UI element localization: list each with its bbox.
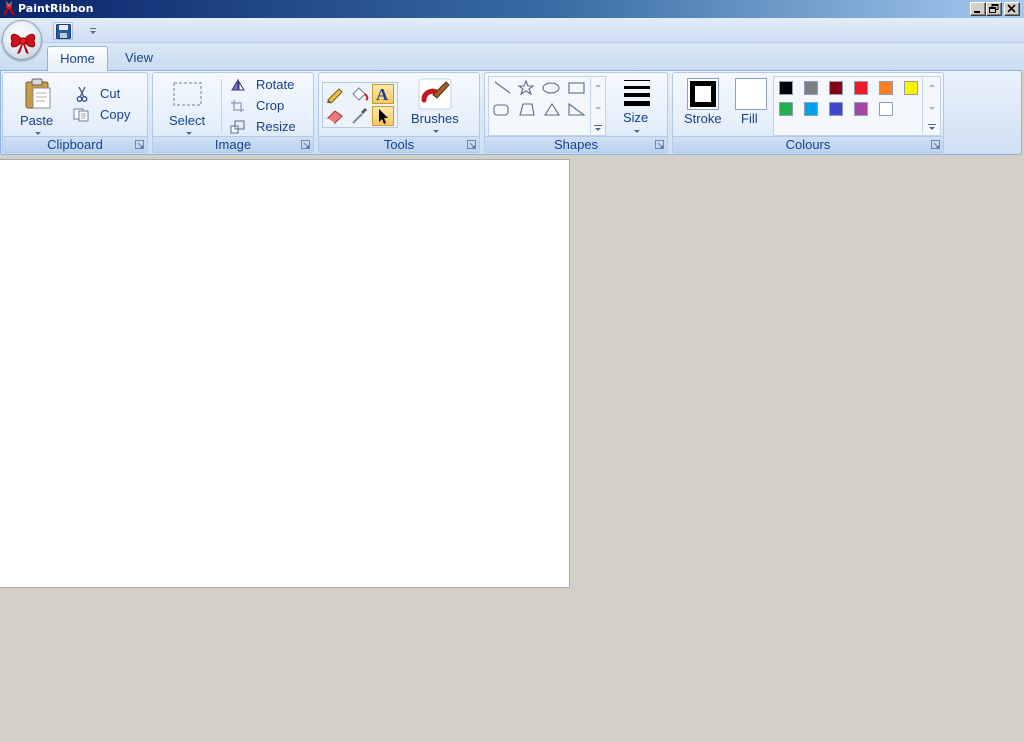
size-button[interactable]: Size: [617, 76, 657, 136]
title-bar: PaintRibbon: [0, 0, 1024, 18]
stroke-color-sample: [690, 81, 716, 107]
palette-swatch[interactable]: [779, 81, 793, 95]
brushes-label: Brushes: [411, 111, 459, 126]
fill-color-sample: [735, 78, 767, 110]
cursor-arrow-icon: [379, 109, 388, 124]
brush-icon: [418, 78, 452, 110]
quick-save-button[interactable]: [53, 22, 73, 40]
stroke-swatch: [687, 78, 719, 110]
text-icon: A: [376, 85, 389, 104]
palette-swatch[interactable]: [829, 81, 843, 95]
copy-label: Copy: [100, 107, 131, 122]
rotate-label: Rotate: [256, 77, 295, 92]
select-label: Select: [169, 113, 206, 128]
shapes-scrollbar[interactable]: [590, 78, 604, 134]
resize-icon: [230, 120, 245, 134]
crop-icon: [231, 100, 244, 112]
minimize-button[interactable]: [970, 2, 986, 16]
fill-tool[interactable]: [348, 84, 370, 104]
drawing-canvas[interactable]: [0, 159, 570, 588]
palette-swatch[interactable]: [854, 102, 868, 116]
svg-text:A: A: [376, 85, 389, 103]
scissors-icon: [76, 86, 88, 102]
paint-app-icon: [2, 1, 16, 17]
pointer-tool[interactable]: [372, 106, 394, 126]
copy-button[interactable]: Copy: [73, 106, 135, 124]
separator: [221, 79, 222, 133]
eraser-tool[interactable]: [324, 106, 346, 126]
size-label: Size: [623, 110, 649, 125]
pencil-icon: [327, 88, 343, 104]
colours-group-label: Colours: [673, 136, 943, 152]
window-title: PaintRibbon: [18, 2, 94, 15]
dialog-launcher-icon[interactable]: [301, 140, 311, 150]
cut-button[interactable]: Cut: [73, 85, 135, 103]
palette-swatch[interactable]: [829, 102, 843, 116]
palette-swatch[interactable]: [904, 81, 918, 95]
eyedropper-icon: [352, 108, 367, 124]
eraser-icon: [326, 110, 343, 125]
stroke-label: Stroke: [684, 111, 722, 126]
resize-label: Resize: [256, 119, 296, 134]
scroll-arrows-icon: [928, 84, 936, 130]
rotate-button[interactable]: Rotate: [228, 76, 308, 94]
palette-swatch[interactable]: [779, 102, 793, 116]
tools-group: A Brushes Tools: [318, 72, 480, 153]
select-button[interactable]: Select: [166, 78, 210, 136]
dialog-launcher-icon[interactable]: [467, 140, 477, 150]
close-button[interactable]: [1004, 2, 1020, 16]
tab-home[interactable]: Home: [47, 46, 108, 71]
chevron-down-icon: [634, 130, 640, 133]
quick-access-toolbar: [0, 18, 1024, 43]
brushes-button[interactable]: Brushes: [405, 76, 467, 138]
dialog-launcher-icon[interactable]: [135, 140, 145, 150]
copy-icon: [73, 108, 89, 122]
fill-color-button[interactable]: Fill: [733, 76, 769, 136]
crop-button[interactable]: Crop: [228, 97, 308, 115]
clipboard-group: Paste Cut Copy Clipboard: [2, 72, 148, 153]
restore-button[interactable]: [986, 2, 1002, 16]
colours-group: Stroke Fill Colours: [672, 72, 944, 153]
bow-icon: [10, 33, 36, 54]
image-group-label: Image: [153, 136, 313, 152]
palette-swatch[interactable]: [804, 81, 818, 95]
save-icon: [56, 24, 71, 39]
resize-button[interactable]: Resize: [228, 118, 308, 136]
cut-label: Cut: [100, 86, 121, 101]
line-thickness-icon: [624, 80, 650, 106]
shapes-group-label: Shapes: [485, 136, 667, 152]
selection-rectangle-icon: [173, 82, 202, 106]
colour-palette: [773, 76, 941, 136]
shapes-group: Size Shapes: [484, 72, 668, 153]
tools-group-label: Tools: [319, 136, 479, 152]
palette-swatch[interactable]: [879, 102, 893, 116]
pencil-tool[interactable]: [324, 84, 346, 104]
crop-label: Crop: [256, 98, 285, 113]
customize-qat-dropdown[interactable]: [88, 25, 98, 35]
application-menu-orb[interactable]: [2, 20, 42, 60]
chevron-down-icon: [90, 28, 96, 34]
paste-label: Paste: [20, 113, 54, 128]
palette-swatch[interactable]: [879, 81, 893, 95]
tab-view[interactable]: View: [110, 46, 168, 71]
stroke-color-button[interactable]: Stroke: [683, 76, 723, 136]
rotate-icon: [231, 78, 245, 91]
palette-swatch[interactable]: [854, 81, 868, 95]
dialog-launcher-icon[interactable]: [655, 140, 665, 150]
image-group: Select Rotate Crop Resize Image: [152, 72, 314, 153]
clipboard-group-label: Clipboard: [3, 136, 147, 152]
paste-button[interactable]: Paste: [19, 78, 57, 135]
fill-bucket-icon: [352, 87, 369, 101]
scroll-arrows-icon: [594, 84, 602, 131]
color-picker-tool[interactable]: [348, 106, 370, 126]
fill-label: Fill: [741, 111, 758, 126]
dialog-launcher-icon[interactable]: [931, 140, 941, 150]
text-tool[interactable]: A: [372, 84, 394, 104]
palette-swatch[interactable]: [804, 102, 818, 116]
paste-icon: [25, 78, 51, 109]
palette-scrollbar[interactable]: [922, 78, 940, 134]
chevron-down-icon: [433, 130, 439, 133]
shapes-gallery-icons[interactable]: [492, 79, 602, 123]
